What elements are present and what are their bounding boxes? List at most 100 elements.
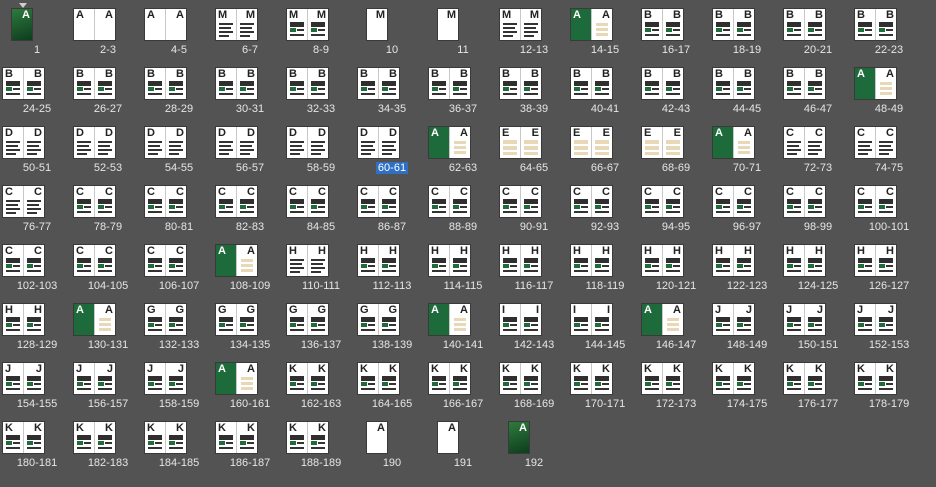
right-page[interactable]: A [94, 9, 115, 40]
left-page[interactable]: K [216, 422, 236, 453]
right-page[interactable]: K [520, 363, 541, 394]
spread-preview[interactable]: CC [216, 186, 257, 217]
right-page[interactable]: D [236, 127, 257, 158]
left-page[interactable]: A [571, 9, 591, 40]
left-page[interactable]: H [3, 304, 23, 335]
right-page[interactable]: A [662, 304, 683, 335]
page-spread-thumbnail[interactable]: C C 80-81 [144, 177, 214, 237]
right-page[interactable]: E [662, 127, 683, 158]
left-page[interactable]: C [713, 186, 733, 217]
spread-preview[interactable]: A [12, 9, 32, 40]
page-spread-thumbnail[interactable]: C C 72-73 [783, 118, 853, 178]
spread-preview[interactable]: KK [500, 363, 541, 394]
spread-preview[interactable]: EE [500, 127, 541, 158]
page-spread-thumbnail[interactable]: G G 134-135 [215, 295, 285, 355]
left-page[interactable]: C [74, 245, 94, 276]
page-spread-thumbnail[interactable]: B B 36-37 [428, 59, 498, 119]
spread-preview[interactable]: GG [145, 304, 186, 335]
left-page[interactable]: A [145, 9, 165, 40]
right-page[interactable]: A [12, 9, 32, 40]
spread-preview[interactable]: CC [358, 186, 399, 217]
left-page[interactable]: D [3, 127, 23, 158]
right-page[interactable]: K [662, 363, 683, 394]
right-page[interactable]: B [662, 68, 683, 99]
left-page[interactable]: D [216, 127, 236, 158]
left-page[interactable]: B [216, 68, 236, 99]
spread-preview[interactable]: CC [713, 186, 754, 217]
spread-preview[interactable]: KK [642, 363, 683, 394]
page-spread-thumbnail[interactable]: C C 106-107 [144, 236, 214, 296]
page-spread-thumbnail[interactable]: E E 68-69 [641, 118, 711, 178]
page-spread-thumbnail[interactable]: B B 22-23 [854, 0, 924, 60]
right-page[interactable]: M [438, 9, 458, 40]
right-page[interactable]: B [449, 68, 470, 99]
spread-preview[interactable]: A [509, 422, 529, 453]
spread-preview[interactable]: BB [571, 68, 612, 99]
left-page[interactable]: K [3, 422, 23, 453]
spread-preview[interactable]: MM [216, 9, 257, 40]
left-page[interactable]: H [358, 245, 378, 276]
page-spread-thumbnail[interactable]: K K 170-171 [570, 354, 640, 414]
right-page[interactable]: H [520, 245, 541, 276]
page-spread-thumbnail[interactable]: A 190 [357, 413, 427, 473]
right-page[interactable]: C [23, 245, 44, 276]
spread-preview[interactable]: HH [429, 245, 470, 276]
right-page[interactable]: K [591, 363, 612, 394]
left-page[interactable]: A [713, 127, 733, 158]
page-spread-thumbnail[interactable]: G G 136-137 [286, 295, 356, 355]
spread-preview[interactable]: KK [713, 363, 754, 394]
page-spread-thumbnail[interactable]: C C 78-79 [73, 177, 143, 237]
spread-preview[interactable]: KK [216, 422, 257, 453]
spread-preview[interactable]: DD [216, 127, 257, 158]
right-page[interactable]: C [449, 186, 470, 217]
page-spread-thumbnail[interactable]: B B 28-29 [144, 59, 214, 119]
right-page[interactable]: A [165, 9, 186, 40]
right-page[interactable]: C [23, 186, 44, 217]
left-page[interactable]: G [145, 304, 165, 335]
spread-preview[interactable]: HH [642, 245, 683, 276]
right-page[interactable]: H [662, 245, 683, 276]
right-page[interactable]: B [804, 9, 825, 40]
page-spread-thumbnail[interactable]: D D 50-51 [2, 118, 72, 178]
spread-preview[interactable]: BB [500, 68, 541, 99]
left-page[interactable]: C [855, 186, 875, 217]
spread-preview[interactable]: BB [642, 68, 683, 99]
right-page[interactable]: D [23, 127, 44, 158]
right-page[interactable]: B [733, 68, 754, 99]
spread-preview[interactable]: HH [855, 245, 896, 276]
page-spread-thumbnail[interactable]: D D 58-59 [286, 118, 356, 178]
left-page[interactable]: K [287, 363, 307, 394]
left-page[interactable]: C [287, 186, 307, 217]
page-spread-thumbnail[interactable]: A1 [2, 0, 72, 60]
right-page[interactable]: J [804, 304, 825, 335]
left-page[interactable]: B [642, 9, 662, 40]
left-page[interactable]: E [642, 127, 662, 158]
right-page[interactable]: A [875, 68, 896, 99]
right-page[interactable]: A [449, 304, 470, 335]
right-page[interactable]: K [307, 422, 328, 453]
left-page[interactable]: E [571, 127, 591, 158]
left-page[interactable]: H [429, 245, 449, 276]
page-spread-thumbnail[interactable]: B B 18-19 [712, 0, 782, 60]
spread-preview[interactable]: DD [3, 127, 44, 158]
left-page[interactable]: C [500, 186, 520, 217]
page-spread-thumbnail[interactable]: K K 168-169 [499, 354, 569, 414]
page-spread-thumbnail[interactable]: I I 142-143 [499, 295, 569, 355]
left-page[interactable]: M [216, 9, 236, 40]
left-page[interactable]: K [784, 363, 804, 394]
left-page[interactable]: B [145, 68, 165, 99]
page-spread-thumbnail[interactable]: K K 164-165 [357, 354, 427, 414]
right-page[interactable]: K [378, 363, 399, 394]
left-page[interactable]: A [74, 9, 94, 40]
right-page[interactable]: A [449, 127, 470, 158]
left-page[interactable]: H [784, 245, 804, 276]
right-page[interactable]: E [520, 127, 541, 158]
right-page[interactable]: A [236, 363, 257, 394]
left-page[interactable]: M [287, 9, 307, 40]
page-spread-thumbnail[interactable]: M M 12-13 [499, 0, 569, 60]
left-page[interactable]: J [784, 304, 804, 335]
page-spread-thumbnail[interactable]: B B 46-47 [783, 59, 853, 119]
spread-preview[interactable]: BB [784, 68, 825, 99]
spread-preview[interactable]: M [438, 9, 458, 40]
page-spread-thumbnail[interactable]: B B 16-17 [641, 0, 711, 60]
